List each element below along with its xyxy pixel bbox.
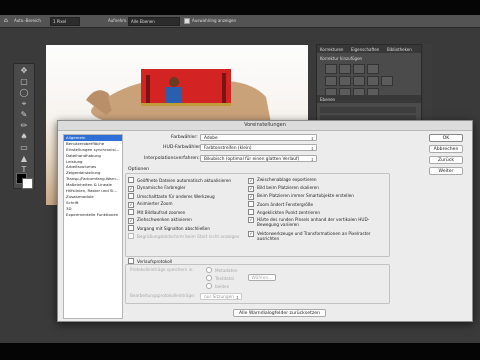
menu-bar <box>0 0 480 15</box>
checkbox[interactable]: ✓ <box>248 186 254 192</box>
hud-color-picker-label: HUD-Farbwähler: <box>163 145 202 150</box>
background-color-swatch[interactable] <box>22 178 33 189</box>
choose-file-button: Wählen... <box>248 274 276 281</box>
eyedropper-tool-icon[interactable]: ✎ <box>19 110 29 120</box>
history-edit-select: nur Sitzungen <box>200 293 242 300</box>
option-flick-panning[interactable]: ✓ Ziehschwenken aktivieren <box>128 217 192 224</box>
brush-tool-icon[interactable]: ✏ <box>19 121 29 131</box>
option-beep[interactable]: Vorgang mit Signalton abschließen <box>128 225 210 232</box>
size-select[interactable]: 1 Pixel <box>50 17 80 26</box>
option-export-clipboard[interactable]: ✓ Zwischenablage exportieren <box>248 177 317 184</box>
interpolation-select[interactable]: Bikubisch (optimal für einen glatten Ver… <box>200 155 317 162</box>
history-radio-both: beiden <box>206 283 229 290</box>
option-animated-zoom[interactable]: ✓ Animierter Zoom <box>128 201 173 208</box>
option-no-start-screen: Begrüßungsbildschirm beim Start nicht an… <box>128 233 239 240</box>
radio <box>206 275 212 281</box>
checkbox[interactable] <box>128 225 134 231</box>
history-save-label: Protokolleinträge speichern in: <box>130 267 194 272</box>
eraser-tool-icon[interactable]: ▭ <box>19 143 29 153</box>
checkbox[interactable]: ✓ <box>128 218 134 224</box>
interpolation-label: Interpolationsverfahren: <box>144 156 200 161</box>
checkbox[interactable] <box>128 193 134 199</box>
panel-tabs: Korrekturen Eigenschaften Bibliotheken <box>317 45 421 53</box>
checkbox[interactable]: ✓ <box>128 202 134 208</box>
option-zoom-resize[interactable]: Zoom ändert Fenstergröße <box>248 201 313 208</box>
balance-adjustment-button[interactable] <box>353 76 365 86</box>
levels-adjustment-button[interactable] <box>339 64 351 74</box>
option-auto-update[interactable]: Geöffnete Dateien automatisch aktualisie… <box>128 177 231 184</box>
option-resize-place[interactable]: ✓ Bild beim Platzieren skalieren <box>248 185 319 192</box>
checkbox[interactable] <box>128 177 134 183</box>
cancel-button[interactable]: Abbrechen <box>429 145 463 153</box>
preferences-dialog: Voreinstellungen Allgemein Benutzeroberf… <box>57 120 473 322</box>
checkbox[interactable]: ✓ <box>128 186 134 192</box>
checkbox[interactable]: ✓ <box>248 231 254 237</box>
layers-panel-header: Ebenen <box>317 95 421 103</box>
curves-adjustment-button[interactable] <box>353 64 365 74</box>
photoshop-window: ⌂ Auto.-Bereich 1 Pixel Aufnehm.: Alle E… <box>0 0 480 360</box>
exposure-adjustment-button[interactable] <box>367 64 379 74</box>
history-edit-label: Bearbeitungsprotokolleinträge: <box>130 293 196 298</box>
prev-button[interactable]: Zurück <box>429 156 463 164</box>
checkbox <box>128 233 134 239</box>
option-scroll-zoom[interactable]: Mit Bildlaufrad zoomen <box>128 209 185 216</box>
dialog-title: Voreinstellungen <box>58 121 472 131</box>
tab-libraries[interactable]: Bibliotheken <box>387 47 412 52</box>
ok-button[interactable]: OK <box>429 134 463 142</box>
move-tool-icon[interactable]: ✥ <box>19 66 29 76</box>
tab-adjustments[interactable]: Korrekturen <box>320 47 343 52</box>
sample-label: Aufnehm.: <box>108 18 129 23</box>
crop-tool-icon[interactable]: ⌖ <box>19 99 29 109</box>
sample-ring-label: Auswahlring anzeigen <box>192 18 237 23</box>
tab-properties[interactable]: Eigenschaften <box>351 47 379 52</box>
option-dynamic-sliders[interactable]: ✓ Dynamische Farbregler <box>128 185 186 192</box>
marquee-tool-icon[interactable]: ▢ <box>19 77 29 87</box>
sample-ring-checkbox[interactable] <box>184 18 190 24</box>
option-shift-tool[interactable]: Umschalttaste für anderes Werkzeug <box>128 193 215 200</box>
vibrance-adjustment-button[interactable] <box>325 76 337 86</box>
options-group-title: Optionen <box>128 167 150 172</box>
layers-select[interactable]: Alle Ebenen <box>128 17 180 26</box>
color-picker-select[interactable]: Adobe <box>200 134 317 141</box>
gradient-tool-icon[interactable]: ▲ <box>19 154 29 164</box>
hue-adjustment-button[interactable] <box>339 76 351 86</box>
nav-item[interactable]: Einstellungen synchronisi… <box>64 147 122 153</box>
next-button[interactable]: Weiter <box>429 167 463 175</box>
option-hud-hardness[interactable]: ✓ Härte des runden Pinsels anhand der ver… <box>248 217 383 227</box>
bw-adjustment-button[interactable] <box>367 76 379 86</box>
checkbox[interactable] <box>128 209 134 215</box>
hud-color-picker-select[interactable]: Farbtonstreifen (klein) <box>200 144 317 151</box>
checkbox[interactable]: ✓ <box>248 217 254 223</box>
option-smart-objects[interactable]: ✓ Beim Platzieren immer Smartobjekte erst… <box>248 193 354 200</box>
filter-adjustment-button[interactable] <box>381 76 393 86</box>
checkbox[interactable] <box>248 201 254 207</box>
home-icon[interactable]: ⌂ <box>4 17 8 24</box>
bottom-bar <box>0 343 480 360</box>
radio <box>206 267 212 273</box>
option-center-click[interactable]: Angeklickten Punkt zentrieren <box>248 209 320 216</box>
layers-filter-row[interactable] <box>320 107 416 113</box>
toolbox: ✥ ▢ ◯ ⌖ ✎ ✏ ♠ ▭ ▲ T <box>13 63 35 189</box>
reset-warnings-button[interactable]: Alle Warndialogfelder zurücksetzen <box>233 309 326 317</box>
options-bar: ⌂ Auto.-Bereich 1 Pixel Aufnehm.: Alle E… <box>0 15 480 28</box>
lasso-tool-icon[interactable]: ◯ <box>19 88 29 98</box>
history-radio-metadata: Metadaten <box>206 267 238 274</box>
preset-label: Auto.-Bereich <box>14 18 41 23</box>
checkbox[interactable] <box>248 209 254 215</box>
checkbox[interactable]: ✓ <box>248 194 254 200</box>
nav-item[interactable]: Experimentelle Funktionen <box>64 212 122 218</box>
checkbox[interactable]: ✓ <box>248 178 254 184</box>
color-picker-label: Farbwähler: <box>171 135 198 140</box>
preferences-nav: Allgemein Benutzeroberfläche Einstellung… <box>63 134 123 319</box>
layers-panel-title[interactable]: Ebenen <box>320 97 335 102</box>
history-radio-textfile: Textdatei <box>206 275 234 282</box>
stamp-tool-icon[interactable]: ♠ <box>19 132 29 142</box>
add-adjustment-label: Korrektur hinzufügen <box>320 56 363 61</box>
brightness-adjustment-button[interactable] <box>325 64 337 74</box>
radio <box>206 283 212 289</box>
option-snap-vector[interactable]: ✓ Vektorwerkzeuge und Transformationen an… <box>248 231 383 241</box>
